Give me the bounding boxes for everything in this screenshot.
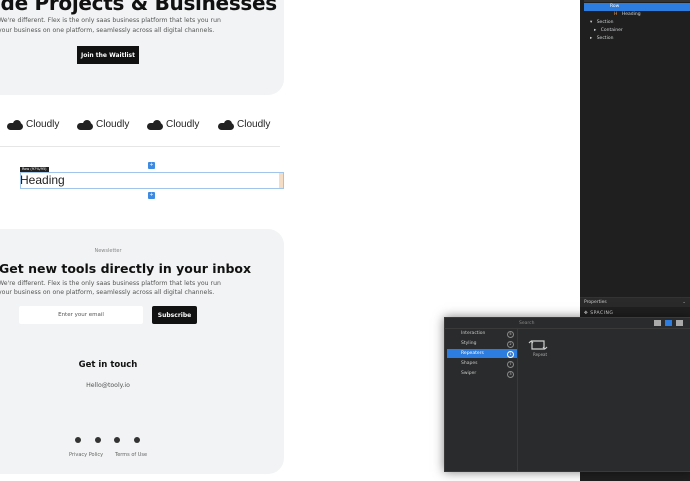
layer-container-label: Container: [600, 28, 623, 33]
logo-cloudly-3: Cloudly: [147, 119, 199, 130]
spacing-text: SPACING: [590, 311, 614, 316]
properties-header: Properties ⌄: [580, 297, 690, 307]
resize-handle[interactable]: [279, 173, 283, 188]
hero-description-line1: We're different. Flex is the only saas b…: [0, 17, 221, 24]
chevron-down-icon[interactable]: ▾: [590, 20, 592, 25]
social-icon-3[interactable]: [114, 437, 120, 443]
newsletter-eyebrow: Newsletter: [94, 248, 122, 254]
add-elements-panel: Search Interaction 5 Styling 2 Repeaters…: [444, 317, 690, 472]
heading-text[interactable]: Heading: [20, 173, 65, 187]
grid-large-icon[interactable]: [665, 320, 672, 326]
category-label: Repeaters: [461, 351, 484, 356]
add-above-icon[interactable]: +: [148, 162, 155, 169]
category-styling[interactable]: Styling 2: [447, 339, 517, 348]
hero-title: ide Projects & Businesses: [0, 0, 277, 15]
category-count: 5: [507, 331, 514, 338]
contact-email[interactable]: Hello@tooly.io: [0, 382, 216, 389]
layer-section-label: Section: [596, 36, 614, 41]
category-label: Styling: [461, 341, 477, 346]
privacy-policy-link[interactable]: Privacy Policy: [69, 452, 103, 458]
list-view-icon[interactable]: [676, 320, 683, 326]
newsletter-section: Newsletter Get new tools directly in you…: [0, 229, 284, 474]
cloud-icon: [218, 119, 234, 130]
newsletter-title: Get new tools directly in your inbox: [0, 261, 252, 276]
layer-section-2[interactable]: ▸ Section: [580, 35, 690, 43]
hero-section: ide Projects & Businesses We're differen…: [0, 0, 284, 95]
layer-container[interactable]: ▸ Container: [580, 27, 690, 35]
layer-heading[interactable]: H Heading: [580, 11, 690, 19]
repeat-label: Repeat: [533, 352, 548, 357]
chevron-down-icon[interactable]: ⌄: [682, 298, 686, 307]
category-repeaters[interactable]: Repeaters 1: [447, 349, 517, 358]
join-waitlist-button[interactable]: Join the Waitlist: [77, 46, 139, 64]
heading-layer-icon: H: [614, 12, 618, 17]
cloud-icon: [7, 119, 23, 130]
move-icon: ✥: [584, 311, 589, 316]
email-input[interactable]: Enter your email: [19, 306, 143, 324]
logo-text: Cloudly: [26, 119, 60, 130]
logo-cloudly-1: Cloudly: [7, 119, 59, 130]
category-label: Shapes: [461, 361, 478, 366]
category-label: Swiper: [461, 371, 477, 376]
cloud-icon: [77, 119, 93, 130]
category-shapes[interactable]: Shapes 7: [447, 359, 517, 368]
category-count: 2: [507, 341, 514, 348]
chevron-right-icon[interactable]: ▸: [590, 36, 592, 41]
grid-view-icon[interactable]: [654, 320, 661, 326]
logo-text: Cloudly: [166, 119, 200, 130]
cloud-icon: [147, 119, 163, 130]
layer-section-1[interactable]: ▾ Section: [580, 19, 690, 27]
hero-description-line2: your business on one platform, seamlessl…: [0, 27, 215, 34]
layer-heading-label: Heading: [621, 12, 641, 17]
search-input[interactable]: Search: [519, 320, 649, 327]
terms-link[interactable]: Terms of Use: [115, 452, 147, 458]
logo-cloudly-4: Cloudly: [218, 119, 270, 130]
add-below-icon[interactable]: +: [148, 192, 155, 199]
layer-section-label: Section: [596, 20, 614, 25]
category-count: 3: [507, 371, 514, 378]
social-icon-2[interactable]: [95, 437, 101, 443]
spacing-label: ✥ SPACING: [584, 311, 613, 316]
logo-text: Cloudly: [237, 119, 271, 130]
contact-title: Get in touch: [78, 360, 138, 370]
layer-row-label: Row: [610, 4, 620, 9]
section-divider: [0, 146, 280, 147]
logo-cloudly-2: Cloudly: [77, 119, 129, 130]
layer-row[interactable]: Row: [584, 3, 690, 11]
subscribe-button[interactable]: Subscribe: [152, 306, 197, 324]
category-separator: [517, 329, 518, 471]
category-interaction[interactable]: Interaction 5: [447, 329, 517, 338]
properties-title: Properties: [584, 300, 607, 305]
newsletter-description-line2: your business on one platform, seamlessl…: [0, 289, 215, 296]
category-count: 7: [507, 361, 514, 368]
panel-top-edge: [584, 0, 690, 2]
social-icon-4[interactable]: [134, 437, 140, 443]
social-icon-1[interactable]: [75, 437, 81, 443]
logo-text: Cloudly: [96, 119, 130, 130]
chevron-right-icon[interactable]: ▸: [594, 28, 596, 33]
category-count: 1: [507, 351, 514, 358]
category-swiper[interactable]: Swiper 3: [447, 369, 517, 378]
category-label: Interaction: [461, 331, 486, 336]
